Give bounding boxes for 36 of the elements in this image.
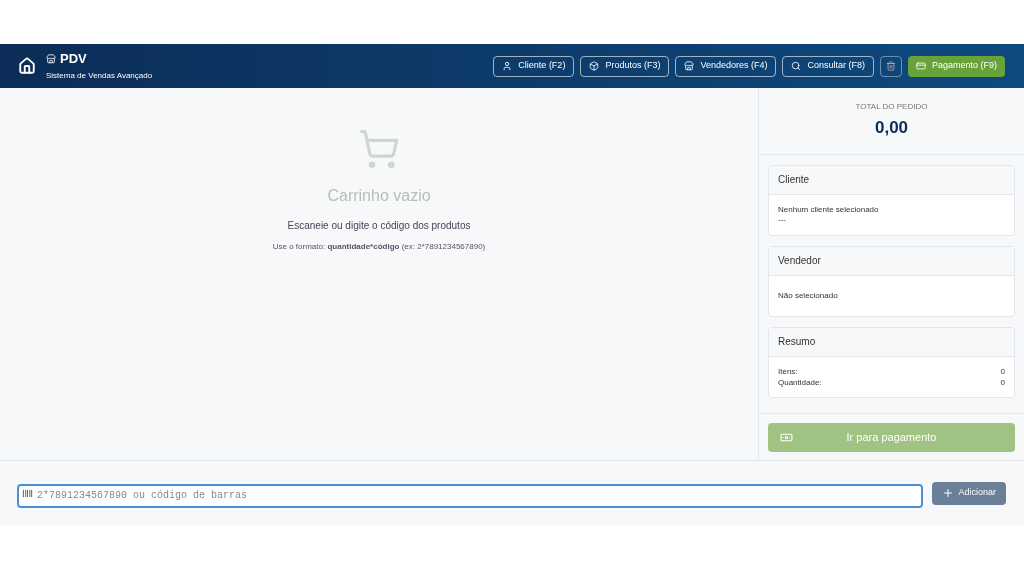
summary-value: 0: [1000, 365, 1005, 377]
empty-cart-hint: Escaneie ou digite o código dos produtos: [287, 219, 471, 233]
home-icon[interactable]: [18, 57, 36, 75]
total-label: TOTAL DO PEDIDO: [855, 101, 928, 113]
card-title: Resumo: [778, 335, 816, 349]
card-text: ---: [778, 214, 787, 225]
card-text: Nenhum cliente selecionado: [778, 204, 880, 215]
user-icon: [502, 61, 513, 71]
barcode-icon: [22, 487, 33, 499]
card-icon: [915, 61, 926, 71]
toolbar-button[interactable]: Produtos (F3): [580, 55, 670, 77]
empty-cart-title: Carrinho vazio: [327, 186, 431, 206]
total-value: 0,00: [874, 117, 909, 139]
toolbar-button[interactable]: Vendedores (F4): [675, 55, 777, 77]
app-subtitle: Sistema de Vendas Avançado: [46, 69, 153, 82]
cash-icon: [780, 431, 793, 444]
add-button[interactable]: Adicionar: [932, 481, 1006, 505]
cart-icon: [358, 128, 400, 170]
barcode-input-field[interactable]: 2*7891234567890 ou código de barras: [17, 483, 924, 508]
card-title: Cliente: [778, 173, 810, 187]
search-icon: [791, 61, 802, 71]
store-icon: [46, 53, 56, 64]
box-icon: [589, 61, 600, 71]
summary-value: 0: [1000, 376, 1005, 388]
card-title: Vendedor: [778, 254, 821, 268]
app-title: PDV: [60, 50, 87, 67]
toolbar-button[interactable]: Cliente (F2): [493, 55, 575, 77]
plus-icon: [942, 487, 955, 499]
store-icon: [684, 61, 695, 71]
card-text: Não selecionado: [778, 290, 839, 301]
toolbar-button[interactable]: Consultar (F8): [782, 55, 874, 77]
format-hint: Use o formato: quantidade*código (ex: 2*7891234567890): [272, 241, 486, 253]
summary-label: Quantidade:: [778, 376, 822, 388]
delete-button[interactable]: [879, 55, 902, 77]
summary-label: Itens:: [778, 365, 798, 377]
trash-icon: [885, 61, 896, 71]
